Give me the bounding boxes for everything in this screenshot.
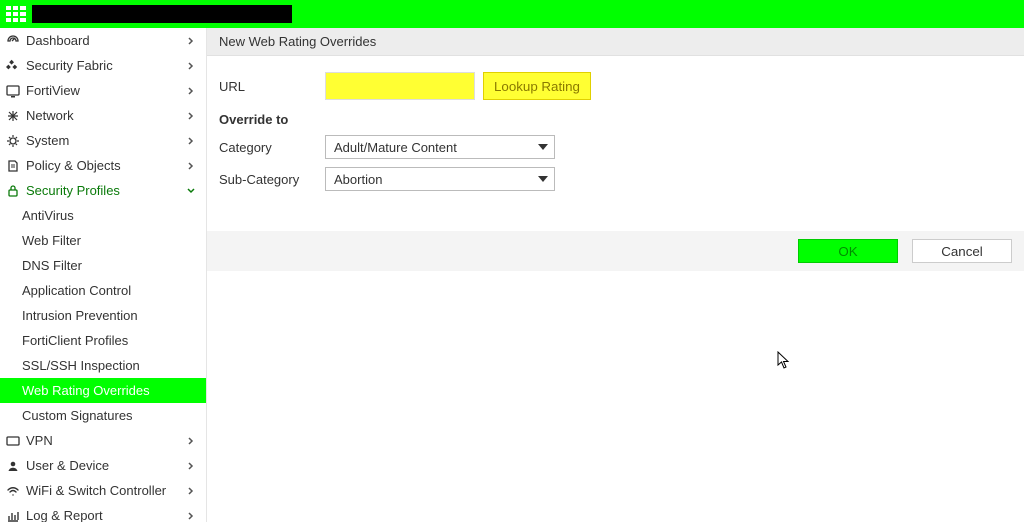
sidebar-item-system[interactable]: System <box>0 128 206 153</box>
chevron-right-icon <box>186 461 196 471</box>
chevron-down-icon <box>186 186 196 196</box>
url-label: URL <box>219 79 325 94</box>
dashboard-icon <box>6 34 20 48</box>
subcategory-select[interactable]: Abortion <box>325 167 555 191</box>
report-icon <box>6 509 20 522</box>
main-content: New Web Rating Overrides URL Lookup Rati… <box>207 28 1024 522</box>
mouse-cursor-icon <box>777 351 791 369</box>
cancel-button[interactable]: Cancel <box>912 239 1012 263</box>
subitem-intrusion-prevention[interactable]: Intrusion Prevention <box>0 303 206 328</box>
chevron-right-icon <box>186 486 196 496</box>
top-bar <box>0 0 1024 28</box>
sidebar-item-network[interactable]: Network <box>0 103 206 128</box>
nav-label: Network <box>26 108 74 123</box>
subitem-custom-signatures[interactable]: Custom Signatures <box>0 403 206 428</box>
subitem-application-control[interactable]: Application Control <box>0 278 206 303</box>
subitem-dns-filter[interactable]: DNS Filter <box>0 253 206 278</box>
lock-icon <box>6 184 20 198</box>
nav-label: Dashboard <box>26 33 90 48</box>
sidebar-item-policy-objects[interactable]: Policy & Objects <box>0 153 206 178</box>
page-title: New Web Rating Overrides <box>207 28 1024 56</box>
subitem-ssl-ssh-inspection[interactable]: SSL/SSH Inspection <box>0 353 206 378</box>
nav-label: System <box>26 133 69 148</box>
nav-label: Log & Report <box>26 508 103 522</box>
sidebar: Dashboard Security Fabric FortiView Network… <box>0 28 207 522</box>
system-icon <box>6 134 20 148</box>
nav-label: WiFi & Switch Controller <box>26 483 166 498</box>
button-bar: OK Cancel <box>207 231 1024 271</box>
policy-icon <box>6 159 20 173</box>
vpn-icon <box>6 434 20 448</box>
url-input[interactable] <box>325 72 475 100</box>
sidebar-item-wifi-switch[interactable]: WiFi & Switch Controller <box>0 478 206 503</box>
fabric-icon <box>6 59 20 73</box>
sidebar-item-security-fabric[interactable]: Security Fabric <box>0 53 206 78</box>
nav-label: Policy & Objects <box>26 158 121 173</box>
override-to-heading: Override to <box>219 112 1012 127</box>
subcategory-value: Abortion <box>334 172 382 187</box>
chevron-right-icon <box>186 161 196 171</box>
sidebar-item-fortiview[interactable]: FortiView <box>0 78 206 103</box>
chevron-right-icon <box>186 111 196 121</box>
sidebar-item-vpn[interactable]: VPN <box>0 428 206 453</box>
nav-label: Security Fabric <box>26 58 113 73</box>
ok-button[interactable]: OK <box>798 239 898 263</box>
subitem-forticlient-profiles[interactable]: FortiClient Profiles <box>0 328 206 353</box>
chevron-right-icon <box>186 36 196 46</box>
category-select[interactable]: Adult/Mature Content <box>325 135 555 159</box>
fortiview-icon <box>6 84 20 98</box>
category-label: Category <box>219 140 325 155</box>
nav-label: VPN <box>26 433 53 448</box>
category-value: Adult/Mature Content <box>334 140 457 155</box>
hostname-redacted <box>32 5 292 23</box>
lookup-rating-button[interactable]: Lookup Rating <box>483 72 591 100</box>
subitem-web-filter[interactable]: Web Filter <box>0 228 206 253</box>
chevron-right-icon <box>186 136 196 146</box>
sidebar-item-dashboard[interactable]: Dashboard <box>0 28 206 53</box>
sidebar-item-security-profiles[interactable]: Security Profiles <box>0 178 206 203</box>
sidebar-item-user-device[interactable]: User & Device <box>0 453 206 478</box>
chevron-right-icon <box>186 436 196 446</box>
network-icon <box>6 109 20 123</box>
nav-label: User & Device <box>26 458 109 473</box>
wifi-icon <box>6 484 20 498</box>
caret-down-icon <box>538 176 548 182</box>
subitem-antivirus[interactable]: AntiVirus <box>0 203 206 228</box>
user-icon <box>6 459 20 473</box>
nav-label: Security Profiles <box>26 183 120 198</box>
nav-label: FortiView <box>26 83 80 98</box>
chevron-right-icon <box>186 61 196 71</box>
subcategory-label: Sub-Category <box>219 172 325 187</box>
subitem-web-rating-overrides[interactable]: Web Rating Overrides <box>0 378 206 403</box>
brand-logo-icon <box>6 6 26 22</box>
chevron-right-icon <box>186 511 196 521</box>
caret-down-icon <box>538 144 548 150</box>
chevron-right-icon <box>186 86 196 96</box>
sidebar-item-log-report[interactable]: Log & Report <box>0 503 206 522</box>
